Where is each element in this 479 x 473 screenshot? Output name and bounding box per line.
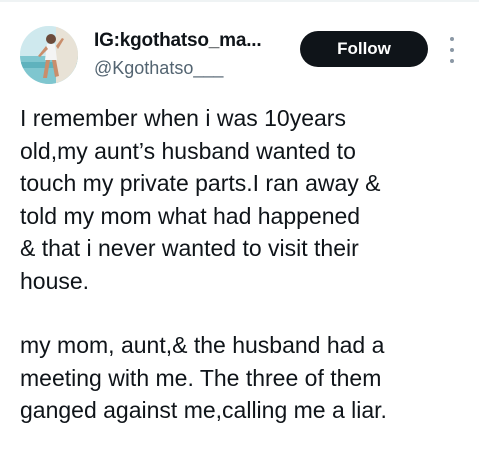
- more-dot: [450, 37, 454, 41]
- more-dot: [450, 59, 454, 63]
- follow-button[interactable]: Follow: [300, 31, 428, 67]
- more-vertical-icon[interactable]: [442, 37, 462, 63]
- tweet-paragraph: my mom, aunt,& the husband had a meeting…: [20, 332, 387, 423]
- more-dot: [450, 48, 454, 52]
- display-name[interactable]: IG:kgothatso_ma...: [94, 30, 262, 52]
- tweet-paragraph: I remember when i was 10years old,my aun…: [20, 105, 381, 294]
- user-handle[interactable]: @Kgothatso___: [94, 58, 223, 79]
- profile-photo-icon: [20, 26, 78, 84]
- avatar[interactable]: [20, 26, 78, 84]
- tweet-header: IG:kgothatso_ma... @Kgothatso___ Follow: [0, 0, 479, 100]
- tweet-text: I remember when i was 10years old,my aun…: [20, 102, 470, 427]
